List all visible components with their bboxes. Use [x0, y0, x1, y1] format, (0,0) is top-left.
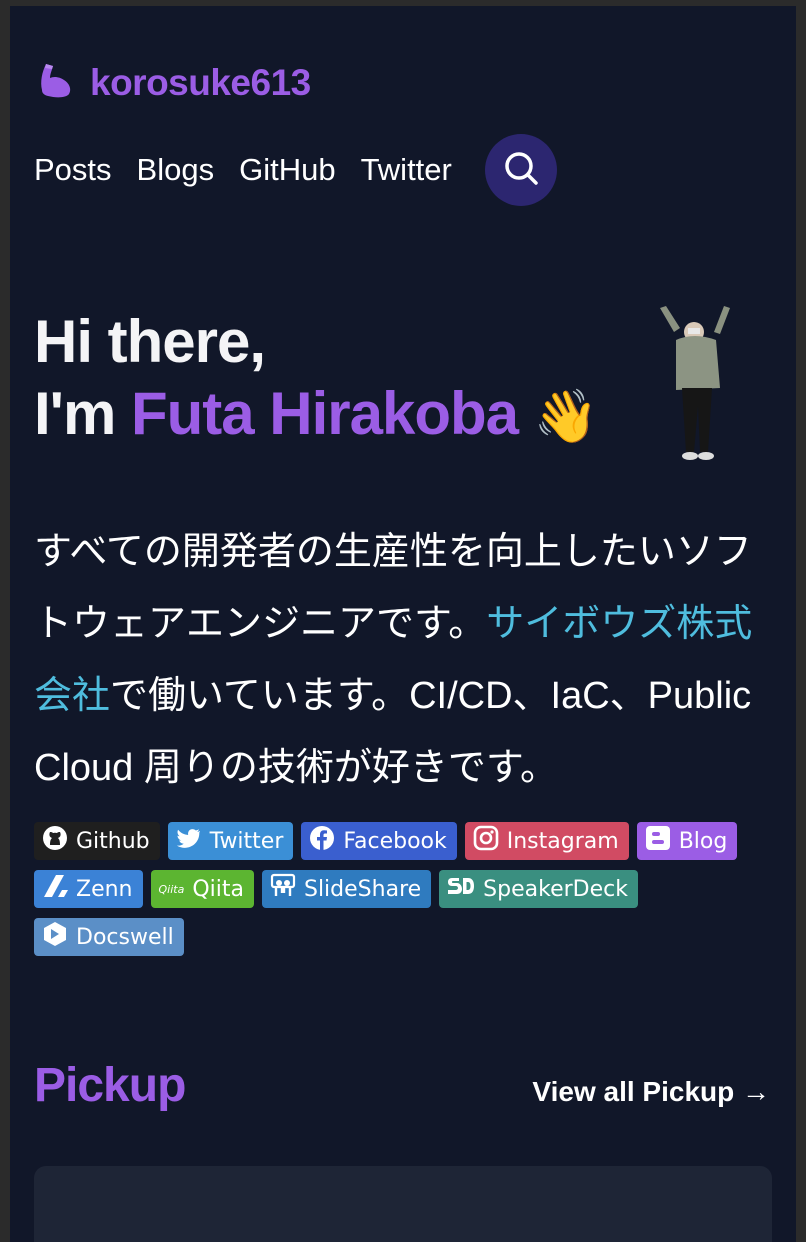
- facebook-icon: [309, 825, 335, 857]
- view-all-pickup-link[interactable]: View all Pickup →: [532, 1076, 770, 1108]
- badge-qiita[interactable]: Qiita Qiita: [150, 870, 254, 908]
- github-icon: [42, 825, 68, 857]
- main-nav: Posts Blogs GitHub Twitter: [34, 134, 557, 206]
- docswell-icon: [42, 921, 68, 953]
- badge-blog[interactable]: Blog: [636, 822, 738, 860]
- badge-twitter[interactable]: Twitter: [167, 822, 294, 860]
- nav-item-github[interactable]: GitHub: [239, 152, 335, 188]
- qiita-icon: Qiita: [158, 882, 185, 896]
- badge-github[interactable]: Github: [34, 822, 160, 860]
- badge-facebook[interactable]: Facebook: [301, 822, 457, 860]
- badge-label: SpeakerDeck: [483, 876, 628, 902]
- badge-zenn[interactable]: Zenn: [34, 870, 143, 908]
- site-title: korosuke613: [90, 61, 311, 103]
- badge-docswell[interactable]: Docswell: [34, 918, 184, 956]
- speakerdeck-icon: [447, 873, 475, 905]
- badge-label: Github: [76, 828, 150, 854]
- nav-item-posts[interactable]: Posts: [34, 152, 112, 188]
- badge-instagram[interactable]: Instagram: [464, 822, 629, 860]
- badge-label: Blog: [678, 828, 728, 854]
- badge-label: Twitter: [209, 828, 284, 854]
- hero-intro: I'm: [34, 380, 131, 447]
- social-badges: Github Twitter Facebook Instagram Blog Z…: [34, 822, 784, 956]
- badge-speakerdeck[interactable]: SpeakerDeck: [439, 870, 638, 908]
- zenn-icon: [42, 873, 68, 905]
- badge-label: Facebook: [343, 828, 447, 854]
- hero-heading: Hi there, I'm Futa Hirakoba 👋: [34, 306, 599, 453]
- site-logo-link[interactable]: korosuke613: [36, 60, 311, 105]
- avatar-figure: [654, 302, 734, 477]
- badge-label: Docswell: [76, 924, 174, 950]
- pickup-card[interactable]: [34, 1166, 772, 1242]
- flexed-biceps-icon: [36, 60, 76, 105]
- waving-hand-icon: 👋: [533, 388, 599, 446]
- badge-label: SlideShare: [303, 876, 422, 902]
- blogger-icon: [645, 825, 671, 857]
- hero-greeting: Hi there,: [34, 308, 266, 375]
- page-frame: korosuke613 Posts Blogs GitHub Twitter H…: [10, 6, 796, 1242]
- bio-text-after: で働いています。CI/CD、IaC、Public Cloud 周りの技術が好きで…: [34, 675, 752, 789]
- bio-text: すべての開発者の生産性を向上したいソフトウェアエンジニアです。サイボウズ株式会社…: [34, 516, 764, 804]
- hero-name: Futa Hirakoba: [130, 380, 519, 447]
- instagram-icon: [473, 825, 499, 857]
- search-button[interactable]: [484, 134, 557, 206]
- badge-label: Qiita: [192, 876, 244, 902]
- slideshare-icon: [270, 873, 296, 905]
- pickup-heading: Pickup: [34, 1059, 186, 1112]
- search-icon: [501, 148, 541, 193]
- twitter-icon: [176, 825, 202, 857]
- nav-item-twitter[interactable]: Twitter: [361, 152, 452, 188]
- badge-label: Zenn: [76, 876, 133, 902]
- nav-item-blogs[interactable]: Blogs: [137, 152, 215, 188]
- badge-label: Instagram: [506, 828, 619, 854]
- badge-slideshare[interactable]: SlideShare: [261, 870, 432, 908]
